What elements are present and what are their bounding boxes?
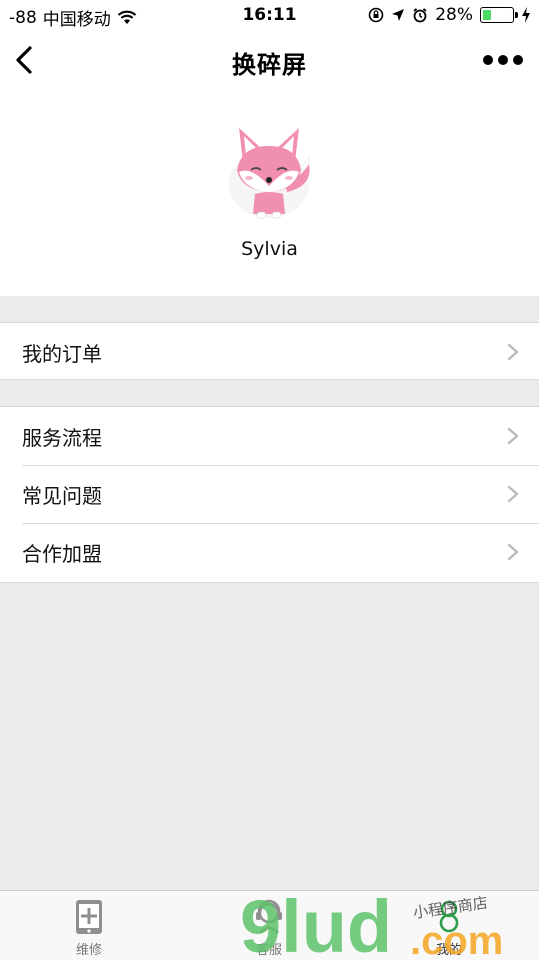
status-bar: -88 中国移动 16:11 28% xyxy=(0,0,539,30)
charging-icon xyxy=(522,7,530,23)
tab-bar: 维修 客服 我的 xyxy=(0,890,539,960)
profile-header: Sylvia xyxy=(0,92,539,296)
profile-icon xyxy=(439,900,459,933)
menu-item-my-orders[interactable]: 我的订单 xyxy=(0,323,539,381)
battery-icon xyxy=(480,7,518,23)
orientation-lock-icon xyxy=(368,7,384,23)
tab-customer-service[interactable]: 客服 xyxy=(209,891,329,960)
chevron-right-icon xyxy=(507,485,519,503)
menu-item-service-process[interactable]: 服务流程 xyxy=(0,407,539,465)
chevron-right-icon xyxy=(507,427,519,445)
menu-item-label: 我的订单 xyxy=(22,341,102,366)
tab-repair[interactable]: 维修 xyxy=(29,891,149,960)
menu-group-info: 服务流程 常见问题 合作加盟 xyxy=(0,406,539,583)
more-options-button[interactable] xyxy=(483,50,523,70)
menu-item-faq[interactable]: 常见问题 xyxy=(0,465,539,523)
battery-percent: 28% xyxy=(435,5,473,25)
menu-item-label: 服务流程 xyxy=(22,425,102,450)
more-dots-icon xyxy=(483,55,493,65)
phone-repair-icon xyxy=(76,900,102,934)
chevron-right-icon xyxy=(507,343,519,361)
tab-mine[interactable]: 我的 xyxy=(389,891,509,960)
location-icon xyxy=(392,9,405,21)
alarm-icon xyxy=(413,8,427,23)
username: Sylvia xyxy=(241,238,298,260)
fox-avatar[interactable] xyxy=(221,120,317,224)
menu-group-orders: 我的订单 xyxy=(0,322,539,380)
battery-level xyxy=(483,10,491,20)
tab-label: 客服 xyxy=(255,943,282,958)
menu-item-label: 合作加盟 xyxy=(22,541,102,566)
menu-item-partnership[interactable]: 合作加盟 xyxy=(0,523,539,581)
page-title: 换碎屏 xyxy=(232,51,307,79)
customer-service-icon xyxy=(256,899,282,934)
tab-label: 我的 xyxy=(435,943,462,958)
status-right: 28% xyxy=(368,5,531,25)
tab-label: 维修 xyxy=(75,943,102,958)
menu-item-label: 常见问题 xyxy=(22,483,102,508)
nav-bar: 换碎屏 xyxy=(0,30,539,92)
chevron-right-icon xyxy=(507,543,519,561)
